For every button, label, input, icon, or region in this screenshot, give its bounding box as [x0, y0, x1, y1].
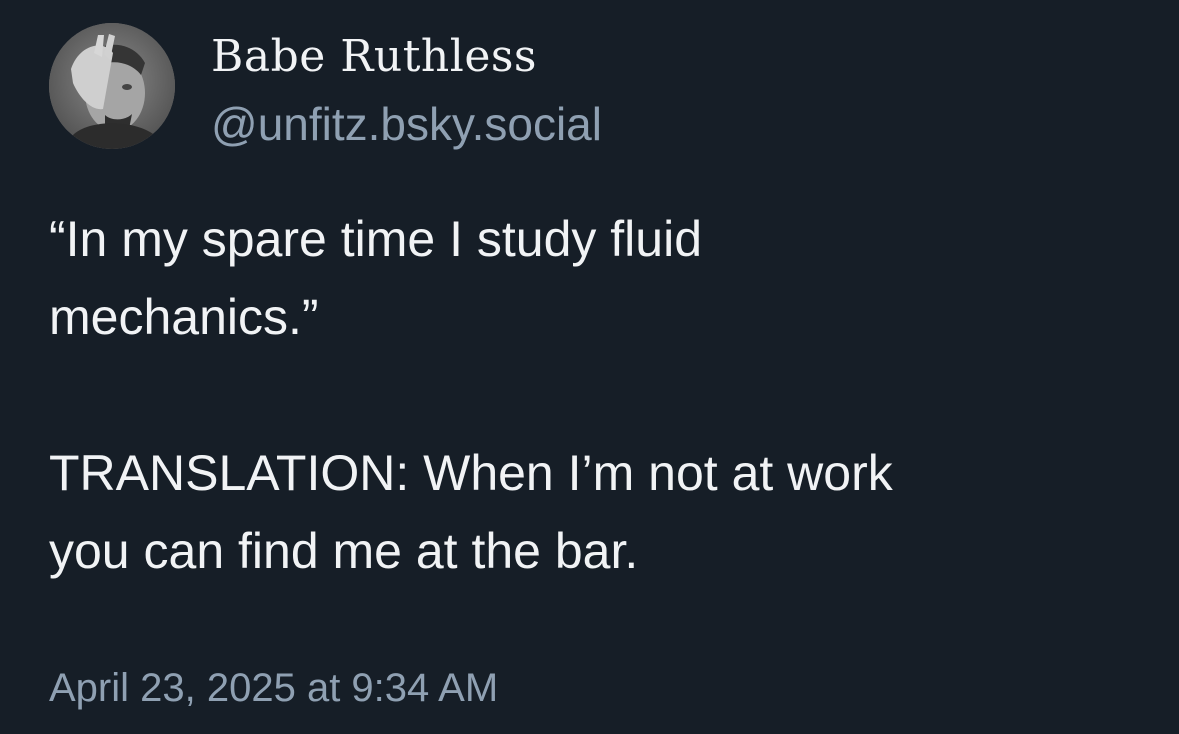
avatar[interactable]	[49, 23, 175, 149]
post-card: Babe Ruthless @unfitz.bsky.social “In my…	[0, 0, 1179, 734]
post-text: “In my spare time I study fluid mechanic…	[49, 200, 1149, 590]
post-text-line: TRANSLATION: When I’m not at work	[49, 445, 893, 501]
avatar-photo	[49, 23, 175, 149]
post-text-line: mechanics.”	[49, 289, 319, 345]
post-text-line: you can find me at the bar.	[49, 523, 639, 579]
display-name[interactable]: Babe Ruthless	[211, 30, 537, 84]
post-timestamp: April 23, 2025 at 9:34 AM	[49, 666, 499, 710]
user-handle[interactable]: @unfitz.bsky.social	[211, 96, 602, 152]
post-text-line: “In my spare time I study fluid	[49, 211, 703, 267]
